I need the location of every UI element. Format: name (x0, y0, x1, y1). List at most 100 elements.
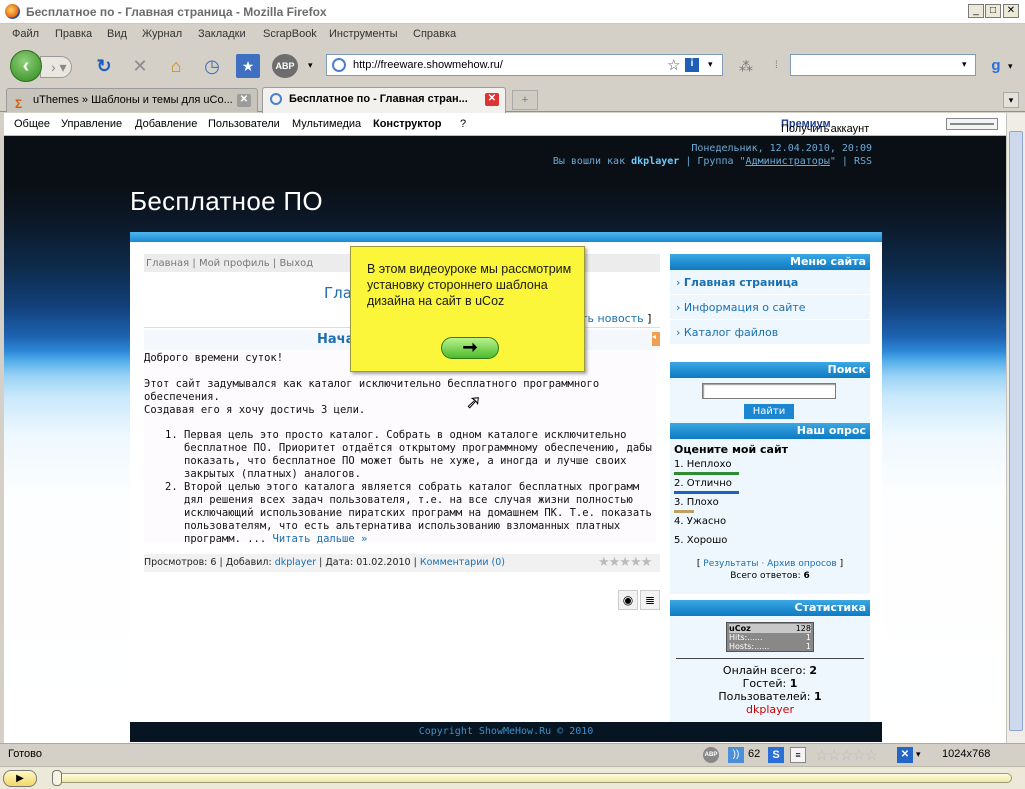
popup-next-button[interactable]: ➞ (441, 337, 499, 359)
page-info-icon[interactable]: ≡ (790, 747, 806, 763)
video-progress-track[interactable] (52, 773, 1012, 783)
web-page: Понедельник, 12.04.2010, 20:09 Вы вошли … (4, 136, 1018, 743)
tab-close-icon[interactable]: ✕ (237, 94, 251, 107)
tab-favicon-icon: Σ (15, 97, 23, 111)
site-menu-header: Меню сайта (670, 254, 870, 270)
scrollbar-thumb[interactable] (1009, 131, 1023, 731)
history-clock-icon[interactable]: ◷ (200, 54, 224, 78)
tab-freeware[interactable]: Бесплатное по - Главная стран... ✕ (262, 87, 506, 113)
crumb-profile[interactable]: Мой профиль (199, 258, 270, 269)
guests-label: Гостей: (742, 677, 787, 690)
tab-uthemes[interactable]: Σ uThemes » Шаблоны и темы для uCo... ✕ (6, 88, 258, 112)
read-more-link[interactable]: Читать дальше » (273, 533, 368, 545)
maximize-button[interactable]: □ (985, 4, 1001, 18)
search-engine-dropdown-icon[interactable]: ▾ (1008, 61, 1013, 72)
search-input[interactable]: ▾ (790, 54, 976, 76)
menu-tools[interactable]: Инструменты (329, 28, 398, 40)
group-link[interactable]: Администраторы (746, 156, 830, 167)
panel-help[interactable]: ? (460, 118, 466, 130)
comments-link[interactable]: Комментарии (0) (420, 557, 505, 568)
list-view-icon[interactable]: ≣ (640, 590, 660, 610)
bookmark-star-icon[interactable]: ★ (236, 54, 260, 78)
search-dropdown-icon[interactable]: ▾ (962, 59, 967, 70)
panel-add[interactable]: Добавление (135, 118, 197, 130)
site-search-input[interactable] (702, 383, 836, 399)
navigation-toolbar: › ▾ ‹ ↻ ✕ ⌂ ◷ ★ ABP ▾ http://freeware.sh… (0, 46, 1025, 85)
minimize-button[interactable]: _ (968, 4, 984, 18)
panel-general[interactable]: Общее (14, 118, 50, 130)
reload-icon[interactable]: ↻ (92, 54, 116, 78)
article-title[interactable]: Нача (317, 332, 354, 347)
status-bar: Готово ABP )) 62 S ≡ ☆☆☆☆☆ ✕ ▾ 1024x768 (0, 743, 1025, 765)
vertical-scrollbar[interactable] (1006, 113, 1025, 743)
panel-slider[interactable] (946, 118, 998, 130)
guests-value: 1 (789, 677, 798, 690)
article-meta: Просмотров: 6 | Добавил: dkplayer | Дата… (144, 554, 660, 572)
panel-multimedia[interactable]: Мультимедиа (292, 118, 361, 130)
status-text: Готово (8, 748, 42, 760)
tab-favicon-icon (270, 93, 282, 105)
premium-link[interactable]: Получить Премиум аккаунт (781, 118, 869, 135)
panel-management[interactable]: Управление (61, 118, 122, 130)
article-body: Доброго времени суток! Этот сайт задумыв… (144, 352, 656, 545)
status-rating-stars-icon[interactable]: ☆☆☆☆☆ (815, 746, 895, 764)
close-button[interactable]: ✕ (1003, 4, 1019, 18)
panel-users[interactable]: Пользователи (208, 118, 280, 130)
video-progress-handle[interactable] (52, 770, 62, 786)
skype-status-icon[interactable]: S (768, 747, 784, 763)
online-user-link[interactable]: dkplayer (670, 703, 870, 716)
play-button[interactable]: ▶ (3, 770, 37, 787)
menu-item-home[interactable]: › Главная страница (670, 270, 870, 295)
poll-archive-link[interactable]: Архив опросов (767, 559, 837, 569)
rss-link[interactable]: RSS (854, 156, 872, 167)
rating-stars-icon[interactable]: ★★★★★ (598, 554, 652, 572)
crumb-logout[interactable]: Выход (279, 258, 313, 269)
adblock-icon[interactable]: ABP (272, 54, 298, 78)
site-title[interactable]: Бесплатное ПО (130, 186, 323, 217)
poll-total: Всего ответов: 6 (674, 571, 866, 581)
author-link[interactable]: dkplayer (275, 557, 316, 568)
menu-view[interactable]: Вид (107, 28, 127, 40)
counter-hits: 1 (805, 633, 811, 642)
bookmark-page-star-icon[interactable]: ☆ (667, 56, 680, 74)
article-arrow-icon[interactable]: ◂ (652, 332, 660, 346)
back-button[interactable]: ‹ (10, 50, 42, 82)
stop-icon[interactable]: ✕ (128, 54, 152, 78)
tab-list-button[interactable]: ▾ (1003, 92, 1019, 108)
site-identity-icon[interactable] (332, 58, 346, 72)
panel-constructor[interactable]: Конструктор (373, 118, 441, 130)
url-dropdown-icon[interactable]: ▾ (708, 59, 713, 70)
poll-total-value: 6 (803, 571, 810, 581)
right-sidebar: Меню сайта › Главная страница › Информац… (670, 254, 870, 728)
ucoz-counter[interactable]: uCoz 128 Hits:...... 1 Hosts:...... 1 (726, 622, 814, 652)
menu-help[interactable]: Справка (413, 28, 456, 40)
rss-status-icon[interactable]: )) (728, 747, 744, 763)
menu-item-catalog[interactable]: › Каталог файлов (670, 320, 870, 345)
logged-user-link[interactable]: dkplayer (631, 156, 679, 167)
menu-file[interactable]: Файл (12, 28, 39, 40)
menu-scrapbook[interactable]: ScrapBook (263, 28, 317, 40)
menu-item-about[interactable]: › Информация о сайте (670, 295, 870, 320)
tab-close-icon[interactable]: ✕ (485, 93, 499, 106)
adblock-dropdown-icon[interactable]: ▾ (308, 60, 313, 71)
crumb-home[interactable]: Главная (146, 258, 189, 269)
home-icon[interactable]: ⌂ (164, 54, 188, 78)
google-search-icon[interactable]: g (984, 54, 1008, 78)
new-tab-button[interactable]: + (512, 90, 538, 110)
info-icon[interactable]: i (685, 58, 699, 72)
menu-bookmarks[interactable]: Закладки (198, 28, 246, 40)
url-text[interactable]: http://freeware.showmehow.ru/ (353, 59, 503, 71)
menu-history[interactable]: Журнал (142, 28, 182, 40)
poll-results-link[interactable]: Результаты (703, 559, 758, 569)
view-eye-icon[interactable]: ◉ (618, 590, 638, 610)
extension-icon[interactable]: ⁂ (734, 54, 758, 78)
url-bar[interactable]: http://freeware.showmehow.ru/ ☆ i ▾ (326, 54, 723, 76)
poll-option-label: 1. Неплохо (674, 459, 732, 470)
addon-dropdown-icon[interactable]: ▾ (916, 749, 921, 760)
adblock-status-icon[interactable]: ABP (703, 747, 719, 763)
forward-button[interactable]: › ▾ (40, 56, 72, 78)
site-search-button[interactable]: Найти (744, 404, 794, 419)
addon-status-icon[interactable]: ✕ (897, 747, 913, 763)
menu-edit[interactable]: Правка (55, 28, 92, 40)
poll-option: 4. Ужасно (674, 515, 866, 532)
